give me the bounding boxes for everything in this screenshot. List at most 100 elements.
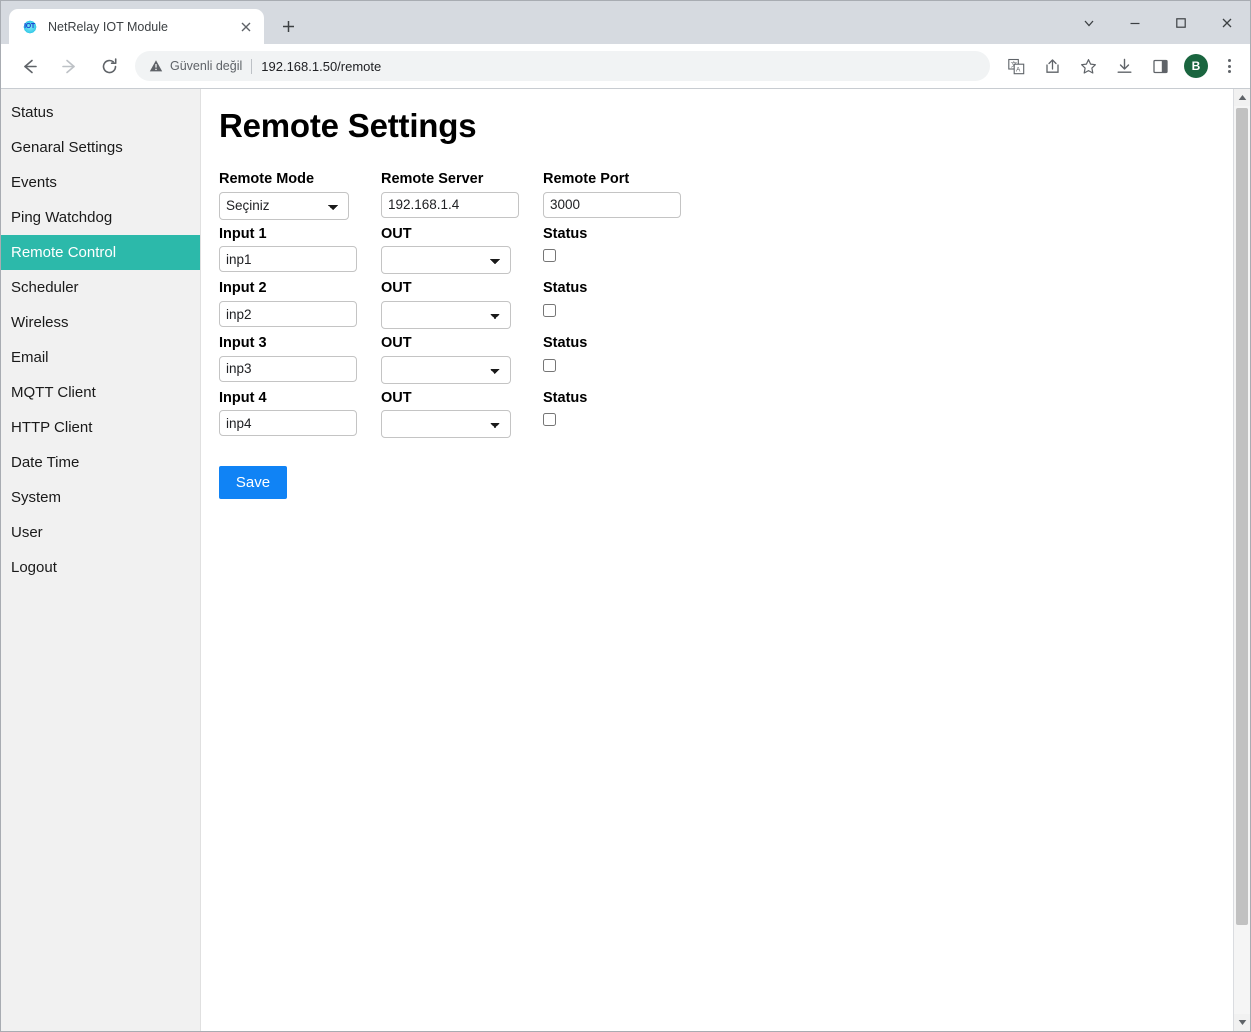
- download-icon[interactable]: [1110, 52, 1138, 80]
- forward-arrow-icon[interactable]: [54, 51, 84, 81]
- browser-window: IOT NetRelay IOT Module: [0, 0, 1251, 1032]
- input-2-label: Input 2: [219, 280, 381, 297]
- input-3-text[interactable]: [219, 356, 357, 382]
- sidebar-item-email[interactable]: Email: [1, 340, 200, 375]
- out-1-field: OUT: [381, 226, 543, 275]
- close-window-button[interactable]: [1204, 1, 1250, 44]
- back-arrow-icon[interactable]: [14, 51, 44, 81]
- input-2-field: Input 2: [219, 280, 381, 329]
- iot-module-favicon: IOT: [21, 18, 38, 35]
- remote-server-label: Remote Server: [381, 171, 543, 188]
- side-panel-icon[interactable]: [1146, 52, 1174, 80]
- remote-port-input[interactable]: [543, 192, 681, 218]
- status-4-label: Status: [543, 390, 1233, 407]
- page-viewport: Status Genaral Settings Events Ping Watc…: [1, 88, 1250, 1031]
- window-controls: [1066, 1, 1250, 44]
- browser-toolbar: Güvenli değil 192.168.1.50/remote 文 A: [1, 44, 1250, 88]
- sidebar-item-status[interactable]: Status: [1, 95, 200, 130]
- sidebar-item-wireless[interactable]: Wireless: [1, 305, 200, 340]
- status-3-checkbox[interactable]: [543, 359, 556, 372]
- input-4-text[interactable]: [219, 410, 357, 436]
- out-2-label: OUT: [381, 280, 543, 297]
- out-1-select[interactable]: [381, 246, 511, 274]
- sidebar-item-system[interactable]: System: [1, 480, 200, 515]
- page-scrollbar[interactable]: [1233, 89, 1250, 1031]
- status-2-label: Status: [543, 280, 1233, 297]
- status-1-field: Status: [543, 226, 1233, 275]
- status-1-label: Status: [543, 226, 1233, 243]
- sidebar-item-scheduler[interactable]: Scheduler: [1, 270, 200, 305]
- page-title: Remote Settings: [219, 107, 1233, 145]
- kebab-menu-icon[interactable]: [1216, 52, 1242, 80]
- out-4-field: OUT: [381, 390, 543, 439]
- avatar[interactable]: B: [1184, 54, 1208, 78]
- input-2-text[interactable]: [219, 301, 357, 327]
- toolbar-icons: 文 A: [998, 52, 1242, 80]
- input-3-label: Input 3: [219, 335, 381, 352]
- translate-icon[interactable]: 文 A: [1002, 52, 1030, 80]
- tab-search-button[interactable]: [1066, 1, 1112, 44]
- tab-title: NetRelay IOT Module: [48, 20, 236, 34]
- remote-server-input[interactable]: [381, 192, 519, 218]
- sidebar-item-ping-watchdog[interactable]: Ping Watchdog: [1, 200, 200, 235]
- bookmark-star-icon[interactable]: [1074, 52, 1102, 80]
- reload-icon[interactable]: [94, 51, 124, 81]
- status-3-field: Status: [543, 335, 1233, 384]
- url-text: 192.168.1.50/remote: [261, 59, 381, 74]
- input-1-text[interactable]: [219, 246, 357, 272]
- sidebar-item-genaral-settings[interactable]: Genaral Settings: [1, 130, 200, 165]
- input-1-field: Input 1: [219, 226, 381, 275]
- status-2-field: Status: [543, 280, 1233, 329]
- status-4-field: Status: [543, 390, 1233, 439]
- browser-tab[interactable]: IOT NetRelay IOT Module: [9, 9, 264, 44]
- sidebar-nav: Status Genaral Settings Events Ping Watc…: [1, 89, 201, 1031]
- out-2-select[interactable]: [381, 301, 511, 329]
- save-button[interactable]: Save: [219, 466, 287, 499]
- security-status-text: Güvenli değil: [170, 59, 242, 73]
- out-4-label: OUT: [381, 390, 543, 407]
- remote-mode-select[interactable]: Seçiniz: [219, 192, 349, 220]
- sidebar-item-user[interactable]: User: [1, 515, 200, 550]
- new-tab-button[interactable]: [274, 12, 302, 40]
- favicon-label: IOT: [24, 23, 35, 30]
- out-4-select[interactable]: [381, 410, 511, 438]
- status-3-label: Status: [543, 335, 1233, 352]
- out-3-label: OUT: [381, 335, 543, 352]
- remote-mode-field: Remote Mode Seçiniz: [219, 171, 381, 220]
- scroll-down-icon[interactable]: [1234, 1014, 1250, 1031]
- scrollbar-thumb[interactable]: [1236, 108, 1248, 925]
- out-3-select[interactable]: [381, 356, 511, 384]
- sidebar-item-remote-control[interactable]: Remote Control: [1, 235, 200, 270]
- sidebar-item-http-client[interactable]: HTTP Client: [1, 410, 200, 445]
- warning-triangle-icon: [149, 59, 163, 73]
- minimize-button[interactable]: [1112, 1, 1158, 44]
- input-3-field: Input 3: [219, 335, 381, 384]
- input-1-label: Input 1: [219, 226, 381, 243]
- sidebar-item-mqtt-client[interactable]: MQTT Client: [1, 375, 200, 410]
- status-4-checkbox[interactable]: [543, 413, 556, 426]
- sidebar-item-date-time[interactable]: Date Time: [1, 445, 200, 480]
- status-1-checkbox[interactable]: [543, 249, 556, 262]
- tab-strip: IOT NetRelay IOT Module: [1, 1, 1250, 44]
- share-icon[interactable]: [1038, 52, 1066, 80]
- omnibox-divider: [251, 59, 252, 74]
- remote-server-field: Remote Server: [381, 171, 543, 220]
- sidebar-item-events[interactable]: Events: [1, 165, 200, 200]
- scrollbar-track[interactable]: [1234, 106, 1250, 1014]
- out-2-field: OUT: [381, 280, 543, 329]
- main-content: Remote Settings Remote Mode Seçiniz Remo…: [201, 89, 1233, 1031]
- remote-port-label: Remote Port: [543, 171, 1233, 188]
- input-4-field: Input 4: [219, 390, 381, 439]
- remote-port-field: Remote Port: [543, 171, 1233, 220]
- maximize-button[interactable]: [1158, 1, 1204, 44]
- svg-text:A: A: [1016, 66, 1021, 73]
- out-1-label: OUT: [381, 226, 543, 243]
- close-icon[interactable]: [236, 17, 256, 37]
- scroll-up-icon[interactable]: [1234, 89, 1250, 106]
- remote-settings-form: Remote Mode Seçiniz Remote Server Remote…: [219, 171, 1233, 444]
- input-4-label: Input 4: [219, 390, 381, 407]
- sidebar-item-logout[interactable]: Logout: [1, 550, 200, 585]
- status-2-checkbox[interactable]: [543, 304, 556, 317]
- address-bar[interactable]: Güvenli değil 192.168.1.50/remote: [135, 51, 990, 81]
- out-3-field: OUT: [381, 335, 543, 384]
